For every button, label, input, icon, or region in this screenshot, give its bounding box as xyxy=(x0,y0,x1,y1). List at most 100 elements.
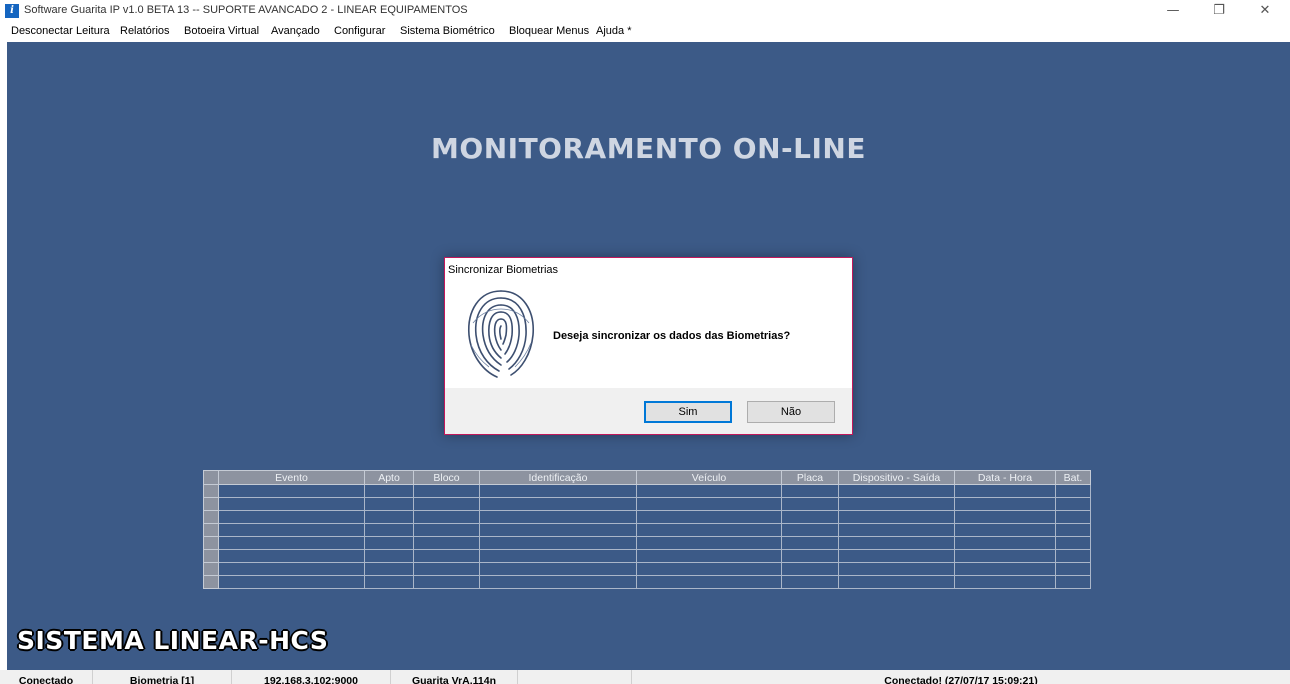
row-header[interactable] xyxy=(203,497,219,511)
grid-cell[interactable] xyxy=(781,497,839,511)
table-row[interactable] xyxy=(203,484,1091,498)
table-row[interactable] xyxy=(203,510,1091,524)
sim-button[interactable]: Sim xyxy=(644,401,732,423)
grid-cell[interactable] xyxy=(218,497,365,511)
grid-cell[interactable] xyxy=(954,484,1056,498)
grid-cell[interactable] xyxy=(954,562,1056,576)
grid-cell[interactable] xyxy=(781,510,839,524)
grid-cell[interactable] xyxy=(1055,497,1091,511)
grid-cell[interactable] xyxy=(218,536,365,550)
menu-ajuda[interactable]: Ajuda * xyxy=(596,25,631,37)
grid-cell[interactable] xyxy=(954,536,1056,550)
grid-cell[interactable] xyxy=(413,562,480,576)
grid-cell[interactable] xyxy=(636,510,782,524)
grid-cell[interactable] xyxy=(364,523,414,537)
grid-cell[interactable] xyxy=(954,575,1056,589)
grid-cell[interactable] xyxy=(636,497,782,511)
grid-cell[interactable] xyxy=(218,575,365,589)
grid-cell[interactable] xyxy=(954,510,1056,524)
restore-icon[interactable]: ❐ xyxy=(1196,0,1242,22)
menu-configurar[interactable]: Configurar xyxy=(334,25,385,37)
info-icon[interactable]: i xyxy=(5,4,19,18)
grid-cell[interactable] xyxy=(636,523,782,537)
menu-relatorios[interactable]: Relatórios xyxy=(120,25,170,37)
column-header-bat[interactable]: Bat. xyxy=(1055,470,1091,485)
grid-cell[interactable] xyxy=(413,549,480,563)
column-header-data-hora[interactable]: Data - Hora xyxy=(954,470,1056,485)
grid-cell[interactable] xyxy=(479,536,637,550)
grid-cell[interactable] xyxy=(838,484,955,498)
menu-leitura[interactable]: Leitura xyxy=(76,25,110,37)
grid-cell[interactable] xyxy=(364,575,414,589)
table-row[interactable] xyxy=(203,549,1091,563)
grid-cell[interactable] xyxy=(413,536,480,550)
grid-cell[interactable] xyxy=(479,562,637,576)
grid-cell[interactable] xyxy=(218,484,365,498)
grid-cell[interactable] xyxy=(218,562,365,576)
grid-cell[interactable] xyxy=(364,549,414,563)
row-header[interactable] xyxy=(203,484,219,498)
grid-cell[interactable] xyxy=(479,549,637,563)
menu-botoeira-virtual[interactable]: Botoeira Virtual xyxy=(184,25,259,37)
grid-cell[interactable] xyxy=(636,536,782,550)
grid-cell[interactable] xyxy=(364,497,414,511)
grid-cell[interactable] xyxy=(1055,536,1091,550)
column-header-veiculo[interactable]: Veículo xyxy=(636,470,782,485)
grid-cell[interactable] xyxy=(636,484,782,498)
column-header-identificacao[interactable]: Identificação xyxy=(479,470,637,485)
grid-cell[interactable] xyxy=(838,497,955,511)
grid-cell[interactable] xyxy=(413,510,480,524)
grid-cell[interactable] xyxy=(781,562,839,576)
grid-cell[interactable] xyxy=(413,523,480,537)
row-header[interactable] xyxy=(203,562,219,576)
minimize-icon[interactable]: — xyxy=(1150,0,1196,22)
grid-cell[interactable] xyxy=(781,523,839,537)
grid-cell[interactable] xyxy=(364,562,414,576)
grid-cell[interactable] xyxy=(413,575,480,589)
row-header[interactable] xyxy=(203,549,219,563)
column-header-placa[interactable]: Placa xyxy=(781,470,839,485)
grid-cell[interactable] xyxy=(781,536,839,550)
grid-cell[interactable] xyxy=(413,484,480,498)
column-header-apto[interactable]: Apto xyxy=(364,470,414,485)
grid-cell[interactable] xyxy=(1055,575,1091,589)
grid-cell[interactable] xyxy=(1055,510,1091,524)
grid-cell[interactable] xyxy=(218,549,365,563)
grid-cell[interactable] xyxy=(364,510,414,524)
grid-cell[interactable] xyxy=(781,575,839,589)
table-row[interactable] xyxy=(203,497,1091,511)
grid-cell[interactable] xyxy=(954,523,1056,537)
grid-cell[interactable] xyxy=(479,575,637,589)
column-header-bloco[interactable]: Bloco xyxy=(413,470,480,485)
grid-cell[interactable] xyxy=(636,575,782,589)
grid-cell[interactable] xyxy=(218,510,365,524)
row-header[interactable] xyxy=(203,575,219,589)
table-row[interactable] xyxy=(203,523,1091,537)
grid-cell[interactable] xyxy=(838,562,955,576)
grid-cell[interactable] xyxy=(479,497,637,511)
grid-cell[interactable] xyxy=(479,523,637,537)
grid-cell[interactable] xyxy=(838,510,955,524)
grid-cell[interactable] xyxy=(838,549,955,563)
row-header[interactable] xyxy=(203,536,219,550)
grid-cell[interactable] xyxy=(781,484,839,498)
grid-cell[interactable] xyxy=(413,497,480,511)
grid-cell[interactable] xyxy=(1055,562,1091,576)
grid-cell[interactable] xyxy=(838,536,955,550)
grid-cell[interactable] xyxy=(1055,523,1091,537)
grid-cell[interactable] xyxy=(479,484,637,498)
menu-avancado[interactable]: Avançado xyxy=(271,25,320,37)
grid-cell[interactable] xyxy=(954,497,1056,511)
column-header-evento[interactable]: Evento xyxy=(218,470,365,485)
grid-cell[interactable] xyxy=(1055,484,1091,498)
grid-cell[interactable] xyxy=(838,575,955,589)
grid-cell[interactable] xyxy=(838,523,955,537)
grid-cell[interactable] xyxy=(364,484,414,498)
nao-button[interactable]: Não xyxy=(747,401,835,423)
grid-cell[interactable] xyxy=(218,523,365,537)
grid-cell[interactable] xyxy=(364,536,414,550)
table-row[interactable] xyxy=(203,536,1091,550)
grid-cell[interactable] xyxy=(479,510,637,524)
grid-cell[interactable] xyxy=(636,562,782,576)
grid-cell[interactable] xyxy=(1055,549,1091,563)
